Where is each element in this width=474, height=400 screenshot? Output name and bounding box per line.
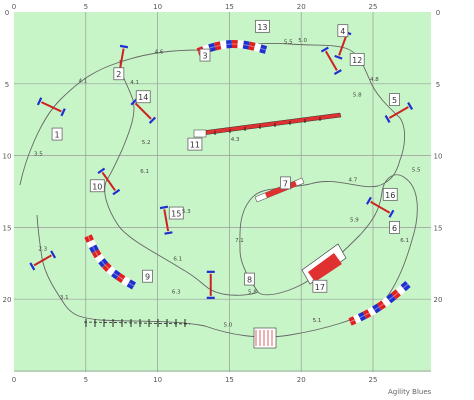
- dogwalk-contact: [193, 129, 207, 138]
- x-tick-label-top: 5: [84, 3, 88, 11]
- distance-label: 5.0: [224, 322, 233, 328]
- y-tick-label-right: 10: [434, 153, 443, 161]
- obstacle-label-text: 12: [352, 56, 362, 65]
- distance-label: 3.5: [34, 152, 43, 158]
- jump-wing-left: [159, 205, 169, 210]
- obstacle-label-3: 3: [199, 48, 211, 62]
- pause-table: [253, 327, 277, 349]
- y-tick-label-right: 15: [434, 224, 443, 232]
- obstacle-label-text: 7: [283, 179, 288, 188]
- distance-label: 4.1: [130, 80, 139, 86]
- obstacle-label-text: 10: [92, 182, 102, 191]
- obstacle-label-10: 10: [89, 179, 105, 193]
- distance-label: 6.3: [172, 289, 181, 295]
- obstacle-label-text: 15: [171, 210, 181, 219]
- distance-label: 5.8: [353, 93, 362, 99]
- tunnel-stripe: [237, 43, 244, 46]
- obstacle-label-text: 4: [340, 27, 345, 36]
- distance-label: 5.3: [182, 209, 191, 215]
- x-tick-label-bottom: 20: [297, 376, 306, 384]
- distance-label: 3.1: [60, 295, 69, 301]
- x-tick-label-top: 15: [225, 3, 234, 11]
- distance-label: 4.7: [349, 177, 358, 183]
- obstacle-label-17: 17: [312, 279, 328, 293]
- obstacle-label-text: 14: [138, 93, 148, 102]
- obstacle-label-text: 3: [202, 52, 207, 61]
- obstacle-label-text: 17: [315, 283, 325, 292]
- obstacle-label-13: 13: [255, 19, 270, 33]
- distance-label: 4.8: [370, 77, 379, 83]
- distance-label: 4.6: [155, 50, 164, 56]
- obstacle-label-text: 9: [145, 273, 150, 282]
- x-tick-label-bottom: 25: [369, 376, 378, 384]
- distance-label: 5.5: [412, 167, 421, 173]
- distance-label: 5.1: [313, 318, 322, 324]
- obstacle-label-2: 2: [113, 67, 125, 81]
- y-tick-label-right: 0: [436, 9, 440, 17]
- distance-label: 7.1: [235, 238, 244, 244]
- x-tick-label-top: 20: [297, 3, 306, 11]
- obstacle-label-text: 2: [116, 70, 121, 79]
- obstacle-label-14: 14: [135, 90, 151, 104]
- distance-label: 5.8: [248, 289, 257, 295]
- obstacle-label-12: 12: [349, 52, 365, 66]
- y-tick-label-left: 5: [5, 81, 9, 89]
- x-tick-label-top: 0: [12, 3, 16, 11]
- x-tick-label-top: 10: [153, 3, 162, 11]
- distance-label: 5.5: [284, 40, 293, 46]
- x-tick-label-top: 25: [369, 3, 378, 11]
- obstacle-label-8: 8: [244, 272, 255, 286]
- obstacle-label-1: 1: [51, 127, 63, 141]
- course-map: 005510101515202025250 05 510 1015 1520 20 123…: [3, 3, 443, 384]
- obstacle-label-6: 6: [389, 220, 400, 234]
- distance-label: 6.1: [140, 169, 149, 175]
- y-tick-label-right: 20: [434, 296, 443, 304]
- distance-label: 5.2: [142, 140, 151, 146]
- obstacle-label-text: 16: [385, 191, 395, 200]
- obstacle-label-text: 1: [55, 131, 60, 140]
- obstacle-label-11: 11: [187, 137, 203, 151]
- y-tick-label-left: 20: [3, 296, 12, 304]
- jump-wing-right: [119, 44, 129, 49]
- obstacle-label-4: 4: [337, 24, 349, 38]
- obstacle-label-text: 11: [190, 141, 200, 150]
- y-tick-label-left: 10: [3, 153, 12, 161]
- x-tick-label-bottom: 0: [12, 376, 16, 384]
- field-background: [14, 12, 431, 372]
- obstacle-label-16: 16: [382, 187, 398, 201]
- y-tick-label-left: 0: [5, 9, 9, 17]
- table-top: [253, 327, 277, 349]
- x-tick-label-bottom: 5: [84, 376, 88, 384]
- distance-label: 5.0: [298, 38, 307, 44]
- x-tick-label-bottom: 15: [225, 376, 234, 384]
- obstacle-label-5: 5: [389, 93, 400, 106]
- obstacle-label-7: 7: [280, 176, 291, 190]
- distance-label: 4.3: [231, 137, 240, 143]
- distance-label: 6.1: [173, 256, 182, 262]
- distance-label: 5.9: [350, 218, 359, 224]
- distance-label: 6.1: [400, 238, 409, 244]
- footer-credit: Agility Blues: [388, 388, 432, 396]
- distance-label: 4.1: [79, 78, 88, 84]
- obstacle-label-text: 8: [247, 276, 252, 285]
- obstacle-label-text: 5: [392, 96, 397, 105]
- obstacle-label-text: 6: [392, 224, 397, 233]
- x-tick-label-bottom: 10: [153, 376, 162, 384]
- obstacle-label-9: 9: [142, 269, 153, 283]
- y-tick-label-left: 15: [3, 224, 12, 232]
- obstacle-label-text: 13: [257, 23, 267, 32]
- y-tick-label-right: 5: [436, 81, 440, 89]
- jump-wing-right: [164, 231, 173, 235]
- distance-label: 2.3: [38, 246, 47, 252]
